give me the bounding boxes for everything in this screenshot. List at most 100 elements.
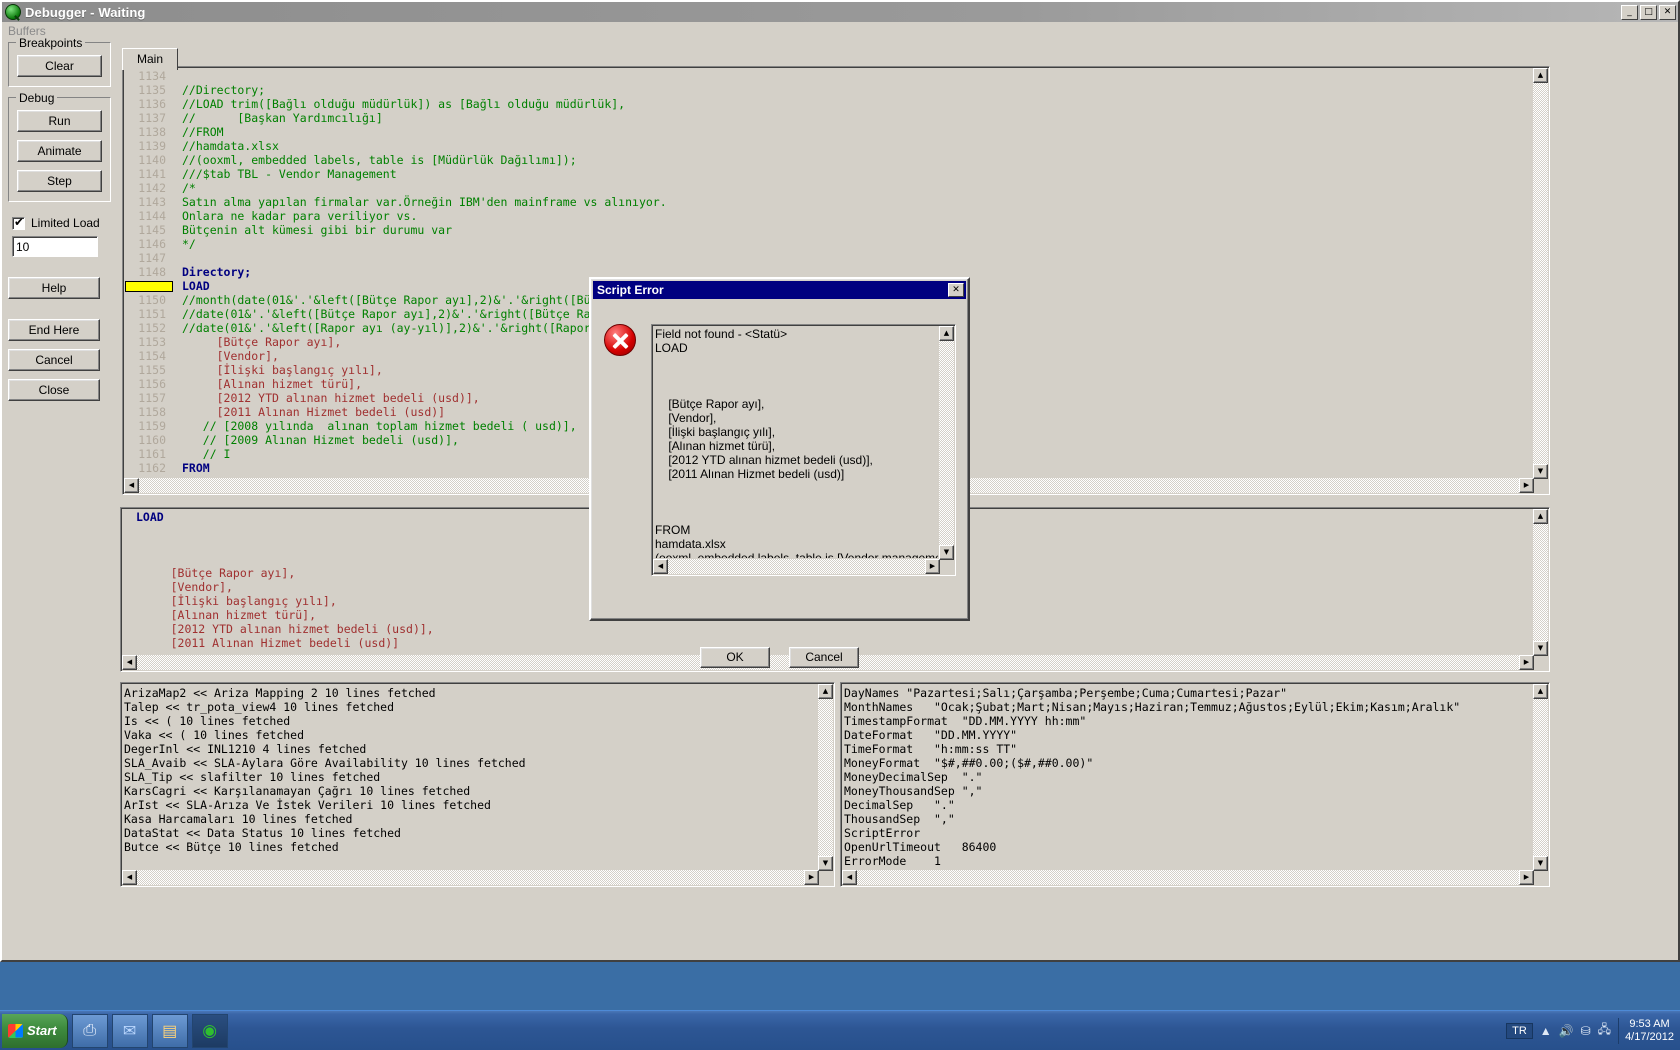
window-titlebar[interactable]: Debugger - Waiting _ □ ✕ <box>2 2 1678 22</box>
dialog-button-row: OK Cancel <box>591 647 968 668</box>
taskbar-item-outlook[interactable]: ✉ <box>111 1013 148 1048</box>
line-number: 1156 <box>138 377 166 391</box>
volume-icon[interactable]: 🔊 <box>1559 1024 1574 1038</box>
scroll-down-icon[interactable]: ▼ <box>939 545 954 560</box>
line-number: 1148 <box>138 265 166 279</box>
clock[interactable]: 9:53 AM 4/17/2012 <box>1618 1017 1674 1044</box>
script-line-text: // [2009 Alınan Hizmet bedeli (usd)], <box>182 433 459 447</box>
script-editor-vscrollbar[interactable]: ▲ ▼ <box>1533 68 1548 479</box>
script-error-dialog[interactable]: Script Error ✕ Field not found - <Statü>… <box>589 277 970 668</box>
error-message-text: Field not found - <Statü> LOAD [Bütçe Ra… <box>655 327 938 558</box>
variables-pane[interactable]: DayNames "Pazartesi;Salı;Çarşamba;Perşem… <box>840 682 1550 887</box>
output-log-hscrollbar[interactable]: ◀ ▶ <box>122 870 819 885</box>
scroll-down-icon[interactable]: ▼ <box>1533 641 1548 656</box>
system-tray: TR ▲ 🔊 ⛁ 🖧 9:53 AM 4/17/2012 <box>1506 1017 1680 1044</box>
error-vscrollbar[interactable]: ▲ ▼ <box>939 326 954 560</box>
maximize-icon[interactable]: □ <box>1640 4 1657 20</box>
line-number: 1162 <box>138 461 166 475</box>
scroll-right-icon[interactable]: ▶ <box>804 870 819 885</box>
script-line[interactable]: 1140 //(ooxml, embedded labels, table is … <box>125 153 1534 167</box>
taskbar-item-printer[interactable]: ⎙ <box>71 1013 108 1048</box>
scroll-up-icon[interactable]: ▲ <box>1533 68 1548 83</box>
step-button[interactable]: Step <box>17 170 102 192</box>
script-line[interactable]: 1144 Onlara ne kadar para veriliyor vs. <box>125 209 1534 223</box>
line-number: 1157 <box>138 391 166 405</box>
animate-button[interactable]: Animate <box>17 140 102 162</box>
scroll-left-icon[interactable]: ◀ <box>842 870 857 885</box>
close-button[interactable]: Close <box>8 379 100 401</box>
close-icon[interactable]: ✕ <box>1659 4 1676 20</box>
script-line[interactable]: 1145 Bütçenin alt kümesi gibi bir durumu … <box>125 223 1534 237</box>
language-indicator[interactable]: TR <box>1506 1022 1533 1039</box>
scroll-right-icon[interactable]: ▶ <box>925 559 940 574</box>
limited-load-checkbox-row[interactable]: Limited Load <box>12 215 111 230</box>
line-number: 1159 <box>138 419 166 433</box>
script-line-text: Satın alma yapılan firmalar var.Örneğin … <box>182 195 667 209</box>
scroll-left-icon[interactable]: ◀ <box>122 655 137 670</box>
scroll-right-icon[interactable]: ▶ <box>1519 655 1534 670</box>
script-line-text: ///$tab TBL - Vendor Management <box>182 167 397 181</box>
script-line-text: //LOAD trim([Bağlı olduğu müdürlük]) as … <box>182 97 626 111</box>
line-number: 1145 <box>138 223 166 237</box>
scroll-right-icon[interactable]: ▶ <box>1519 478 1534 493</box>
dialog-ok-button[interactable]: OK <box>700 647 770 668</box>
run-button[interactable]: Run <box>17 110 102 132</box>
error-hscrollbar[interactable]: ◀ ▶ <box>653 559 940 574</box>
network-icon[interactable]: ⛁ <box>1581 1024 1591 1038</box>
error-message-box[interactable]: Field not found - <Statü> LOAD [Bütçe Ra… <box>651 324 956 576</box>
dialog-titlebar[interactable]: Script Error ✕ <box>593 281 966 299</box>
cancel-button[interactable]: Cancel <box>8 349 100 371</box>
scroll-up-icon[interactable]: ▲ <box>939 326 954 341</box>
folder-icon: ▤ <box>162 1022 178 1040</box>
scroll-left-icon[interactable]: ◀ <box>122 870 137 885</box>
dialog-close-icon[interactable]: ✕ <box>948 283 964 297</box>
scroll-down-icon[interactable]: ▼ <box>1533 464 1548 479</box>
end-here-button[interactable]: End Here <box>8 319 100 341</box>
script-line-text: // I <box>182 447 231 461</box>
show-hidden-icons-icon[interactable]: ▲ <box>1540 1024 1552 1038</box>
taskbar-item-explorer[interactable]: ▤ <box>151 1013 188 1048</box>
scroll-up-icon[interactable]: ▲ <box>1533 509 1548 524</box>
start-button[interactable]: Start <box>2 1013 68 1048</box>
script-line[interactable]: 1143 Satın alma yapılan firmalar var.Örne… <box>125 195 1534 209</box>
variables-text: DayNames "Pazartesi;Salı;Çarşamba;Perşem… <box>844 686 1461 868</box>
script-line[interactable]: 1142 /* <box>125 181 1534 195</box>
scroll-down-icon[interactable]: ▼ <box>1533 856 1548 871</box>
script-line[interactable]: 1134 <box>125 69 1534 83</box>
script-line[interactable]: 1147 <box>125 251 1534 265</box>
line-number: 1146 <box>138 237 166 251</box>
breakpoint-marker[interactable]: 1149 <box>125 280 173 292</box>
script-line[interactable]: 1135 //Directory; <box>125 83 1534 97</box>
taskbar-item-qlikview[interactable]: ◉ <box>191 1013 228 1048</box>
dialog-cancel-button[interactable]: Cancel <box>789 647 859 668</box>
scroll-down-icon[interactable]: ▼ <box>818 856 833 871</box>
script-line-text: Onlara ne kadar para veriliyor vs. <box>182 209 418 223</box>
tab-main[interactable]: Main <box>122 48 179 70</box>
script-line[interactable]: 1138 //FROM <box>125 125 1534 139</box>
script-line[interactable]: 1146 */ <box>125 237 1534 251</box>
scroll-right-icon[interactable]: ▶ <box>1519 870 1534 885</box>
script-line[interactable]: 1136 //LOAD trim([Bağlı olduğu müdürlük])… <box>125 97 1534 111</box>
dialog-title: Script Error <box>597 283 664 297</box>
scroll-up-icon[interactable]: ▲ <box>818 684 833 699</box>
scroll-up-icon[interactable]: ▲ <box>1533 684 1548 699</box>
scroll-left-icon[interactable]: ◀ <box>653 559 668 574</box>
script-line[interactable]: 1139 //hamdata.xlsx <box>125 139 1534 153</box>
output-log-pane[interactable]: ArizaMap2 << Ariza Mapping 2 10 lines fe… <box>120 682 835 887</box>
statement-vscrollbar[interactable]: ▲ ▼ <box>1533 509 1548 656</box>
scroll-left-icon[interactable]: ◀ <box>124 478 139 493</box>
clear-breakpoints-button[interactable]: Clear <box>17 55 102 77</box>
minimize-icon[interactable]: _ <box>1621 4 1638 20</box>
script-line[interactable]: 1141 ///$tab TBL - Vendor Management <box>125 167 1534 181</box>
line-number: 1135 <box>138 83 166 97</box>
statement-line-text: [Bütçe Rapor ayı], <box>136 566 296 580</box>
variables-vscrollbar[interactable]: ▲ ▼ <box>1533 684 1548 871</box>
breakpoints-group: Breakpoints Clear <box>8 36 111 87</box>
help-button[interactable]: Help <box>8 277 100 299</box>
output-log-vscrollbar[interactable]: ▲ ▼ <box>818 684 833 871</box>
action-center-icon[interactable]: 🖧 <box>1598 1020 1611 1041</box>
limited-load-spinner[interactable]: ▲ ▼ <box>12 236 180 257</box>
limited-load-checkbox[interactable] <box>12 215 25 230</box>
script-line[interactable]: 1137 // [Başkan Yardımcılığı] <box>125 111 1534 125</box>
variables-hscrollbar[interactable]: ◀ ▶ <box>842 870 1534 885</box>
